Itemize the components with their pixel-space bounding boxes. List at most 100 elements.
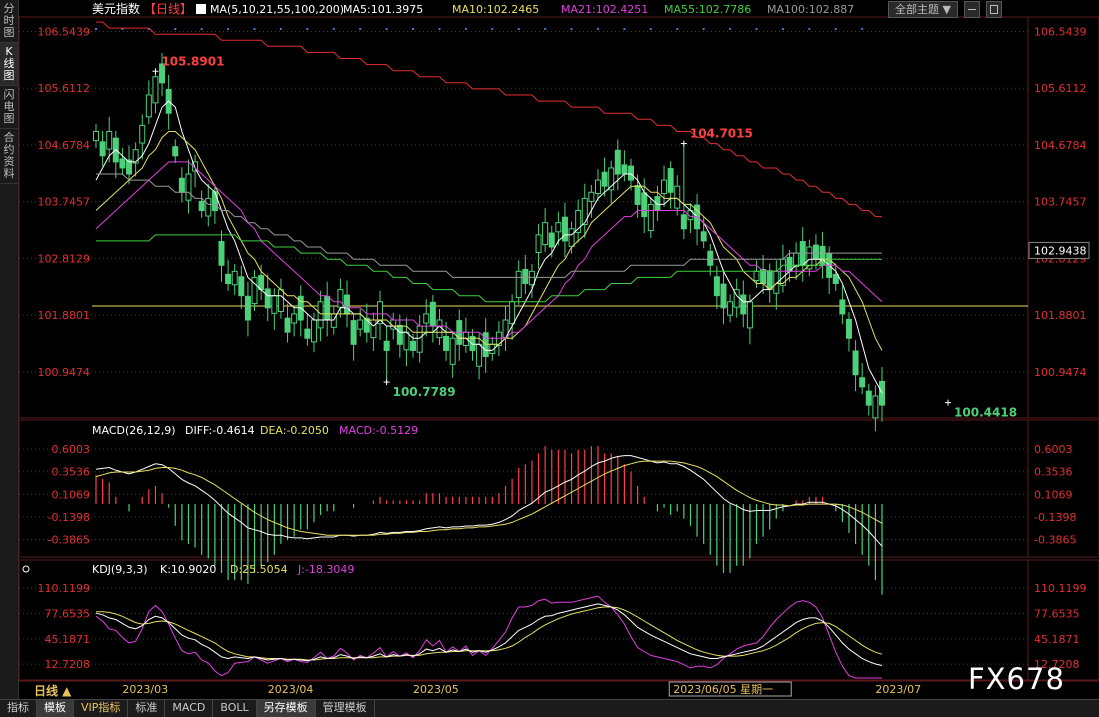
candle-body	[674, 185, 681, 209]
macd-ytick-right: -0.1398	[1034, 511, 1076, 524]
price-ytick-left: 101.8801	[38, 309, 91, 322]
bottom-tab-5[interactable]: BOLL	[213, 700, 257, 717]
signal-dot	[359, 28, 362, 30]
price-ytick-left: 102.8129	[38, 252, 91, 265]
candle-body	[865, 390, 872, 406]
candle-body	[654, 196, 661, 212]
candle-body	[357, 319, 364, 330]
signal-dot	[517, 28, 520, 30]
price-ytick-right: 106.5439	[1034, 25, 1087, 38]
signal-dot	[834, 28, 837, 30]
signal-dot	[649, 28, 652, 30]
candle-body	[93, 130, 99, 142]
cursor-date-label: 2023/06/05 星期一	[673, 683, 773, 696]
macd-ytick-right: 0.1069	[1034, 488, 1073, 501]
bottom-tab-3[interactable]: 标准	[128, 700, 166, 717]
maximize-icon[interactable]	[985, 1, 1002, 18]
candle-body	[859, 377, 866, 388]
kdj-ytick-right: 77.6535	[1034, 607, 1080, 620]
candle-body	[581, 197, 588, 226]
candle-body	[145, 94, 152, 118]
candle-body	[370, 319, 377, 339]
candle-body	[832, 273, 839, 285]
candle-body	[172, 146, 179, 157]
candle-body	[720, 283, 727, 309]
ma55-value: MA55:102.7786	[664, 3, 751, 16]
candle-body	[515, 270, 522, 298]
macd-dea-line	[95, 460, 883, 536]
signal-dot	[596, 28, 599, 30]
candle-body	[317, 301, 324, 329]
candle-body	[793, 252, 800, 267]
signal-dot	[253, 28, 256, 30]
signal-dot	[755, 28, 758, 30]
price-ytick-left: 103.7457	[38, 196, 91, 209]
candle-body	[555, 222, 562, 233]
header-title: 美元指数	[92, 1, 140, 16]
kdj-d-label: D:25.5054	[230, 563, 288, 576]
ma-line-ma100	[96, 173, 882, 278]
bottom-tab-4[interactable]: MACD	[165, 700, 214, 717]
candle-body	[119, 158, 126, 169]
ma-line-ma10	[95, 131, 883, 351]
candle-body	[634, 185, 641, 205]
bottom-tab-1[interactable]: 模板	[37, 700, 74, 717]
macd-value-label: MACD:-0.5129	[339, 424, 418, 437]
candle-body	[879, 380, 885, 406]
kdj-k-label: K:10.9020	[160, 563, 216, 576]
candle-body	[310, 319, 317, 343]
candle-body	[680, 214, 687, 230]
xaxis-label: 2023/05	[413, 683, 459, 696]
candle-body	[852, 350, 859, 376]
macd-ytick-right: 0.6003	[1034, 443, 1073, 456]
candle-body	[403, 331, 410, 351]
macd-ytick-left: 0.6003	[52, 443, 91, 456]
kdj-j-label: J:-18.3049	[297, 563, 354, 576]
kdj-ytick-right: 110.1199	[1034, 582, 1087, 595]
kdj-ytick-left: 77.6535	[45, 607, 91, 620]
candle-body	[647, 203, 654, 232]
ma-line-ma21	[95, 161, 883, 339]
price-ytick-left: 100.9474	[38, 366, 91, 379]
candle-body	[99, 141, 106, 157]
candle-body	[819, 245, 826, 266]
signal-dot	[174, 28, 177, 30]
ma100-value: MA100:102.887	[767, 3, 854, 16]
ma-line-ma55	[96, 234, 882, 303]
candle-body	[839, 299, 846, 315]
bottom-tab-6[interactable]: 另存模板	[256, 700, 316, 717]
bottom-tab-0[interactable]: 指标	[0, 700, 37, 717]
theme-select-button[interactable]: 全部主题 ▼	[888, 1, 958, 18]
bottom-tab-7[interactable]: 管理模板	[316, 700, 375, 717]
macd-ytick-left: 0.1069	[52, 488, 91, 501]
candle-body	[495, 331, 502, 347]
candle-body	[845, 318, 852, 339]
candle-body	[211, 191, 218, 212]
candle-body	[284, 317, 291, 333]
macd-ytick-left: -0.1398	[48, 511, 90, 524]
candle-body	[337, 289, 344, 308]
extreme-label: 104.7015	[690, 127, 753, 141]
signal-dot	[808, 28, 811, 30]
extreme-label: 100.4418	[954, 406, 1017, 420]
macd-diff-label: DIFF:-0.4614	[185, 424, 255, 437]
candle-body	[244, 295, 251, 321]
candle-body	[264, 288, 271, 309]
macd-ytick-left: -0.3865	[48, 533, 90, 546]
macd-ytick-right: 0.3536	[1034, 466, 1073, 479]
signal-dot	[385, 28, 388, 30]
candle-body	[661, 179, 668, 194]
signal-dot	[623, 28, 626, 30]
candle-body	[423, 313, 430, 324]
minimize-icon[interactable]	[963, 1, 980, 18]
bottom-tab-2[interactable]: VIP指标	[74, 700, 129, 717]
candle-body	[443, 335, 450, 351]
candle-body	[132, 149, 139, 164]
candle-body	[700, 231, 707, 242]
candle-body	[396, 324, 403, 345]
top-right-controls: 全部主题 ▼	[888, 1, 1002, 18]
signal-dot	[464, 28, 467, 30]
xaxis-label: 2023/07	[875, 683, 921, 696]
kdj-j-line	[95, 595, 882, 679]
candle-body	[522, 269, 529, 285]
